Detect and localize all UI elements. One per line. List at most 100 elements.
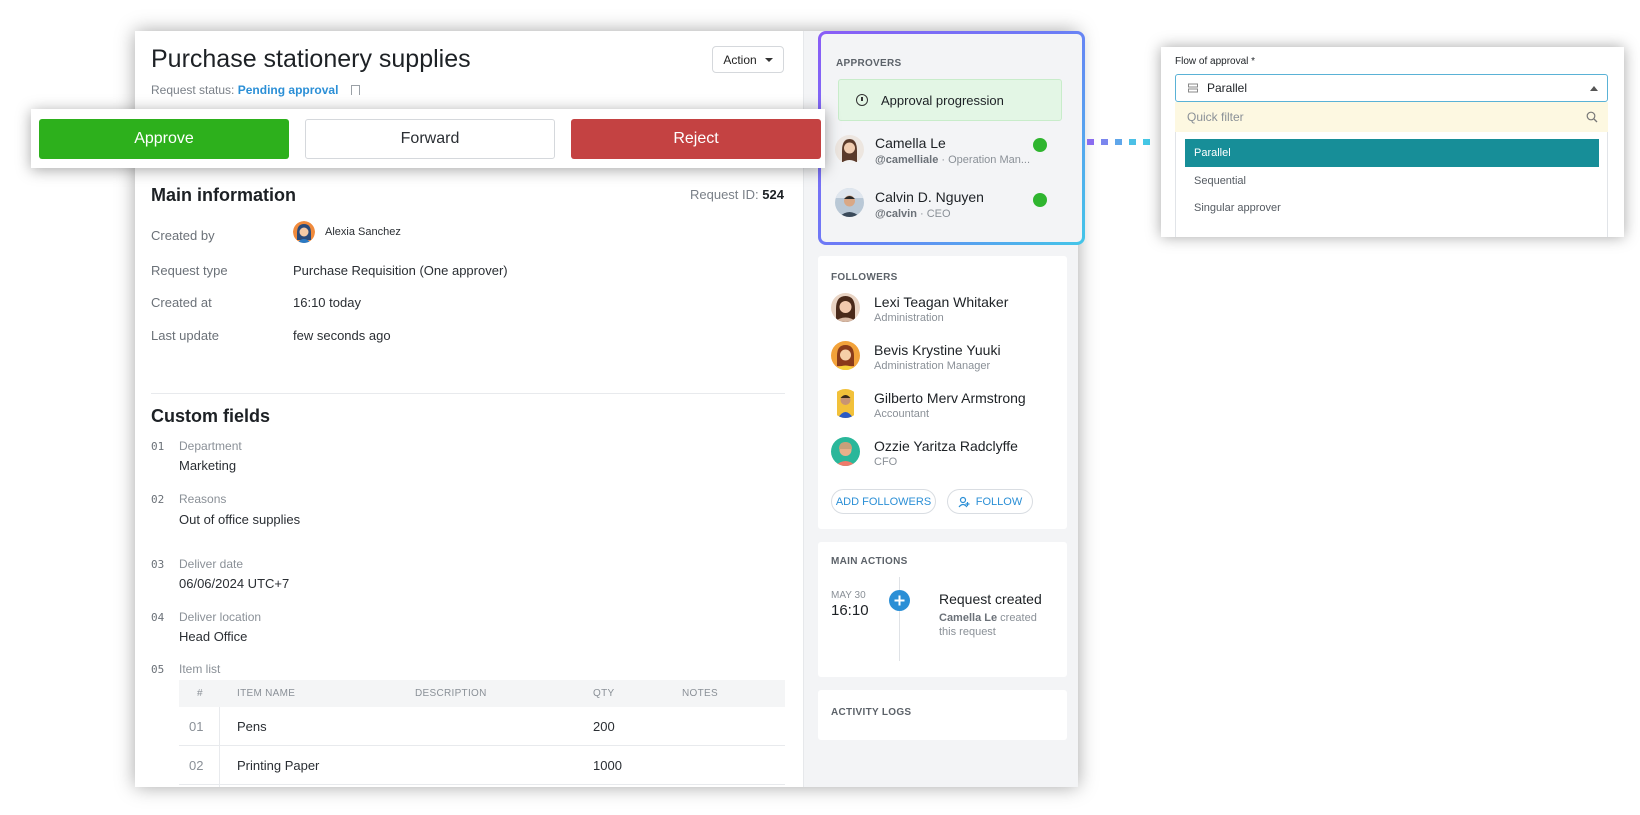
avatar[interactable]: [835, 135, 864, 164]
approval-progression-button[interactable]: Approval progression: [838, 79, 1062, 121]
reasons-value: Out of office supplies: [179, 512, 301, 527]
followers-card: FOLLOWERS Lexi Teagan Whitaker Administr…: [818, 256, 1067, 529]
table-row[interactable]: 02 Printing Paper 1000: [179, 746, 785, 785]
action-dropdown-button[interactable]: Action: [712, 46, 784, 73]
table-row[interactable]: 01 Pens 200: [179, 707, 785, 746]
approver-handle-role: @calvin · CEO: [875, 208, 951, 220]
follower-name[interactable]: Bevis Krystine Yuuki: [874, 342, 1001, 358]
activity-logs-card[interactable]: ACTIVITY LOGS: [818, 690, 1067, 740]
bookmark-icon[interactable]: [350, 85, 360, 95]
follower-role: Administration Manager: [874, 360, 991, 372]
quick-filter-input[interactable]: Quick filter: [1175, 102, 1608, 132]
field-number: 01: [151, 440, 165, 453]
department-value: Marketing: [179, 458, 237, 473]
table-cell-item-name: Printing Paper: [237, 758, 320, 773]
deliver-location-label: Deliver location: [179, 610, 262, 624]
decision-action-bar: Approve Forward Reject: [31, 109, 825, 168]
last-update-label: Last update: [151, 328, 219, 343]
request-id: Request ID: 524: [690, 187, 784, 202]
approver-role: Operation Man...: [948, 154, 1031, 166]
follower-role: Accountant: [874, 408, 930, 420]
table-cell-index: 01: [189, 719, 204, 734]
event-detail-line-2: this request: [939, 626, 996, 638]
table-header-notes: NOTES: [682, 688, 718, 699]
approver-handle: @camelliale: [875, 154, 939, 166]
follower-name[interactable]: Ozzie Yaritza Radclyffe: [874, 438, 1018, 454]
avatar[interactable]: [831, 437, 860, 466]
created-by-user[interactable]: Alexia Sanchez: [293, 221, 401, 243]
action-button-label: Action: [723, 52, 757, 67]
request-status-label: Request status:: [151, 83, 235, 97]
activity-logs-title: ACTIVITY LOGS: [831, 707, 912, 718]
avatar[interactable]: [831, 389, 860, 418]
approver-status-dot: [1033, 193, 1047, 207]
forward-label: Forward: [400, 130, 460, 147]
approval-flow-options: Parallel Sequential Singular approver: [1175, 132, 1608, 237]
reject-button[interactable]: Reject: [571, 119, 821, 159]
follow-label: FOLLOW: [975, 495, 1023, 508]
custom-fields-title: Custom fields: [151, 406, 271, 426]
table-header-description: DESCRIPTION: [415, 688, 487, 699]
approver-role: CEO: [926, 208, 951, 220]
main-actions-card: MAIN ACTIONS MAY 30 16:10 Request create…: [818, 542, 1067, 677]
main-actions-title: MAIN ACTIONS: [831, 556, 908, 567]
option-singular-approver[interactable]: Singular approver: [1185, 194, 1599, 222]
follower-role: Administration: [874, 312, 944, 324]
page-title: Purchase stationery supplies: [151, 45, 471, 73]
main-information-title: Main information: [151, 185, 296, 205]
caret-down-icon: [764, 57, 773, 62]
approval-flow-selected-value: Parallel: [1207, 81, 1248, 95]
approver-handle-role: @camelliale · Operation Man...: [875, 154, 1031, 166]
table-cell-qty: 1000: [593, 758, 622, 773]
request-status-value[interactable]: Pending approval: [238, 83, 339, 97]
connector-dash: [1101, 139, 1108, 145]
approver-name[interactable]: Calvin D. Nguyen: [875, 189, 984, 205]
event-detail-text: created: [1000, 612, 1037, 624]
approvers-title: APPROVERS: [836, 58, 902, 69]
approval-flow-label: Flow of approval *: [1175, 56, 1256, 67]
table-cell-item-name: Pens: [237, 719, 267, 734]
connector-dash: [1129, 139, 1136, 145]
follow-button[interactable]: FOLLOW: [947, 489, 1033, 514]
avatar[interactable]: [831, 293, 860, 322]
field-number: 04: [151, 611, 165, 624]
forward-button[interactable]: Forward: [305, 119, 555, 159]
caret-up-icon: [1590, 86, 1598, 91]
follower-name[interactable]: Gilberto Merv Armstrong: [874, 390, 1026, 406]
table-header-row: # ITEM NAME DESCRIPTION QTY NOTES: [179, 680, 785, 707]
deliver-date-value: 06/06/2024 UTC+7: [179, 576, 290, 591]
approvers-card: APPROVERS Approval progression Camella L…: [818, 31, 1085, 245]
avatar[interactable]: [835, 188, 864, 217]
add-followers-label: ADD FOLLOWERS: [835, 495, 932, 508]
event-actor[interactable]: Camella Le: [939, 612, 997, 624]
approver-name[interactable]: Camella Le: [875, 135, 946, 151]
field-number: 03: [151, 558, 165, 571]
deliver-location-value: Head Office: [179, 629, 248, 644]
approver-status-dot: [1033, 138, 1047, 152]
event-date: MAY 30: [831, 590, 866, 601]
option-sequential[interactable]: Sequential: [1185, 167, 1599, 195]
field-number: 02: [151, 493, 165, 506]
approval-progression-label: Approval progression: [881, 92, 1004, 108]
add-followers-button[interactable]: ADD FOLLOWERS: [831, 489, 936, 514]
table-header-item-name: ITEM NAME: [237, 688, 296, 699]
option-parallel[interactable]: Parallel: [1185, 139, 1599, 167]
request-type-label: Request type: [151, 263, 228, 278]
request-id-label: Request ID:: [690, 187, 759, 202]
department-label: Department: [179, 439, 242, 453]
approve-button[interactable]: Approve: [39, 119, 289, 159]
followers-title: FOLLOWERS: [831, 272, 898, 283]
avatar: [293, 221, 315, 243]
connector-dash: [1115, 139, 1122, 145]
list-icon: [1188, 83, 1198, 93]
connector-dash: [1143, 139, 1150, 145]
table-cell-qty: 200: [593, 719, 615, 734]
created-at-label: Created at: [151, 295, 212, 310]
avatar[interactable]: [831, 341, 860, 370]
request-type-value: Purchase Requisition (One approver): [293, 263, 508, 278]
search-icon: [1586, 111, 1598, 123]
quick-filter-placeholder: Quick filter: [1187, 110, 1244, 124]
approval-flow-select[interactable]: Parallel: [1175, 74, 1608, 102]
follower-name[interactable]: Lexi Teagan Whitaker: [874, 294, 1008, 310]
field-number: 05: [151, 663, 165, 676]
